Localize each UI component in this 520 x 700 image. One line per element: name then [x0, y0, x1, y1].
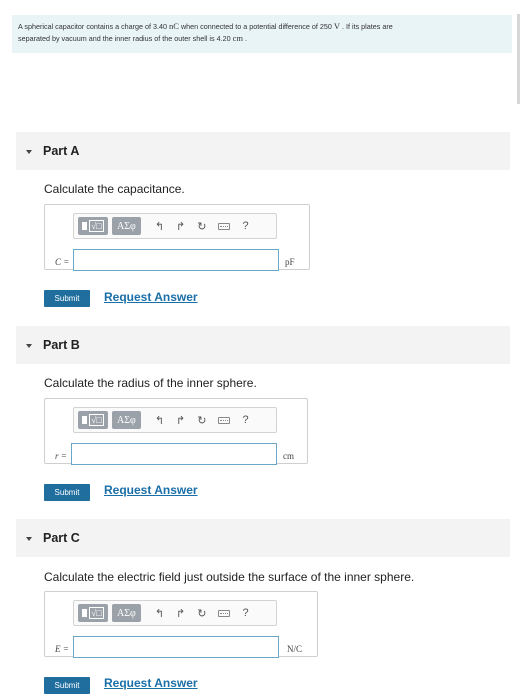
keyboard-icon[interactable]	[218, 416, 231, 424]
part-a-title: Part A	[43, 144, 80, 158]
unit-label: cm	[283, 451, 294, 461]
problem-line-1: A spherical capacitor contains a charge …	[18, 21, 393, 31]
templates-button[interactable]: √□	[78, 411, 108, 429]
variable-label: r =	[55, 451, 67, 461]
collapse-caret-icon[interactable]	[26, 343, 32, 348]
math-toolbar: √□ ΑΣφ ↰ ↱ ↻ ?	[73, 600, 277, 626]
request-answer-link[interactable]: Request Answer	[104, 676, 198, 690]
keyboard-icon[interactable]	[218, 222, 231, 230]
request-answer-link[interactable]: Request Answer	[104, 483, 198, 497]
root-icon: √□	[89, 414, 104, 426]
part-a-answer-box: √□ ΑΣφ ↰ ↱ ↻ ? C = pF	[44, 204, 310, 271]
submit-button[interactable]: Submit	[44, 677, 90, 694]
greek-symbols-button[interactable]: ΑΣφ	[112, 217, 141, 235]
part-c-header[interactable]: Part C	[16, 519, 510, 557]
answer-input[interactable]	[73, 249, 279, 271]
redo-icon[interactable]: ↱	[176, 414, 185, 427]
part-b-answer-box: √□ ΑΣφ ↰ ↱ ↻ ? r = cm	[44, 398, 308, 465]
reset-icon[interactable]: ↻	[197, 414, 206, 427]
variable-label: E =	[55, 644, 69, 654]
greek-symbols-button[interactable]: ΑΣφ	[112, 411, 141, 429]
redo-icon[interactable]: ↱	[176, 220, 185, 233]
submit-button[interactable]: Submit	[44, 484, 90, 501]
root-icon: √□	[89, 607, 104, 619]
unit-label: N/C	[287, 644, 303, 654]
charge-unit: nC	[169, 21, 179, 31]
part-b-title: Part B	[43, 338, 80, 352]
unit-label: pF	[285, 257, 295, 267]
part-b-header[interactable]: Part B	[16, 326, 510, 364]
undo-icon[interactable]: ↰	[155, 414, 164, 427]
template-square-icon	[82, 416, 88, 424]
length-unit: cm	[232, 32, 243, 43]
template-square-icon	[82, 222, 88, 230]
root-icon: √□	[89, 220, 104, 232]
part-a-prompt: Calculate the capacitance.	[44, 182, 185, 196]
templates-button[interactable]: √□	[78, 217, 108, 235]
help-icon[interactable]: ?	[242, 607, 248, 619]
variable-label: C =	[55, 257, 70, 267]
part-c-prompt: Calculate the electric field just outsid…	[44, 570, 415, 584]
undo-icon[interactable]: ↰	[155, 220, 164, 233]
reset-icon[interactable]: ↻	[197, 607, 206, 620]
collapse-caret-icon[interactable]	[26, 149, 32, 154]
answer-input[interactable]	[73, 636, 279, 658]
part-a-header[interactable]: Part A	[16, 132, 510, 170]
problem-line-2: separated by vacuum and the inner radius…	[18, 32, 247, 43]
part-c-title: Part C	[43, 531, 80, 545]
part-b-prompt: Calculate the radius of the inner sphere…	[44, 376, 257, 390]
submit-button[interactable]: Submit	[44, 290, 90, 307]
undo-icon[interactable]: ↰	[155, 607, 164, 620]
template-square-icon	[82, 609, 88, 617]
help-icon[interactable]: ?	[242, 414, 248, 426]
keyboard-icon[interactable]	[218, 609, 231, 617]
request-answer-link[interactable]: Request Answer	[104, 290, 198, 304]
reset-icon[interactable]: ↻	[197, 220, 206, 233]
problem-statement: A spherical capacitor contains a charge …	[12, 15, 512, 53]
math-toolbar: √□ ΑΣφ ↰ ↱ ↻ ?	[73, 407, 277, 433]
collapse-caret-icon[interactable]	[26, 536, 32, 541]
math-toolbar: √□ ΑΣφ ↰ ↱ ↻ ?	[73, 213, 277, 239]
redo-icon[interactable]: ↱	[176, 607, 185, 620]
help-icon[interactable]: ?	[242, 220, 248, 232]
templates-button[interactable]: √□	[78, 604, 108, 622]
greek-symbols-button[interactable]: ΑΣφ	[112, 604, 141, 622]
answer-input[interactable]	[71, 443, 277, 465]
part-c-answer-box: √□ ΑΣφ ↰ ↱ ↻ ? E = N/C	[44, 591, 318, 658]
